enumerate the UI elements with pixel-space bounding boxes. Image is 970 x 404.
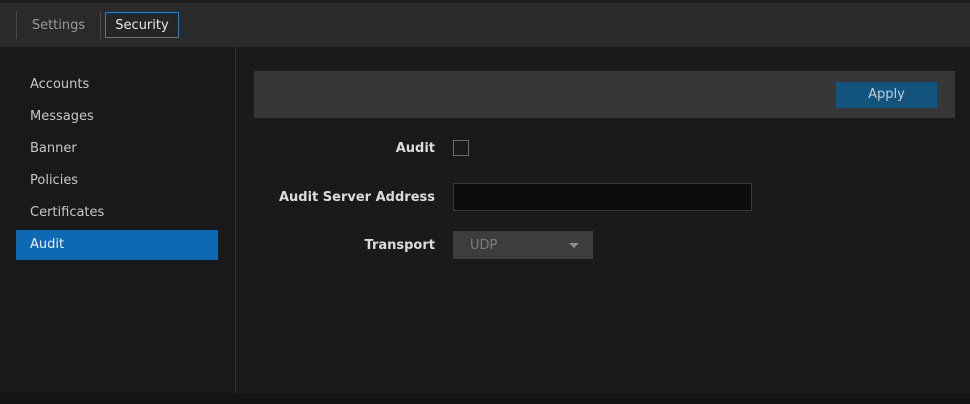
action-toolbar: Apply — [254, 71, 955, 118]
audit-checkbox[interactable] — [453, 140, 469, 156]
sidebar-item-certificates[interactable]: Certificates — [16, 198, 218, 228]
audit-server-address-input[interactable] — [453, 183, 752, 211]
top-tab-bar: Settings Security — [0, 0, 970, 47]
transport-select[interactable]: UDP — [453, 231, 593, 259]
sidebar-item-audit[interactable]: Audit — [16, 230, 218, 260]
bottom-bar — [0, 393, 970, 404]
audit-server-row: Audit Server Address — [254, 183, 955, 211]
security-sidebar: Accounts Messages Banner Policies Certif… — [0, 47, 236, 393]
audit-checkbox-label: Audit — [254, 141, 435, 156]
sidebar-item-banner[interactable]: Banner — [16, 134, 218, 164]
audit-enable-row: Audit — [254, 140, 955, 156]
chevron-down-icon — [569, 243, 579, 248]
audit-server-address-label: Audit Server Address — [254, 190, 435, 205]
sidebar-item-messages[interactable]: Messages — [16, 102, 218, 132]
main-area: Accounts Messages Banner Policies Certif… — [0, 47, 970, 393]
apply-button[interactable]: Apply — [836, 82, 937, 108]
sidebar-item-policies[interactable]: Policies — [16, 166, 218, 196]
audit-settings-panel: Apply Audit Audit Server Address Transpo… — [236, 47, 970, 393]
tab-separator — [100, 11, 101, 39]
transport-row: Transport UDP — [254, 231, 955, 259]
transport-label: Transport — [254, 238, 435, 253]
tab-security[interactable]: Security — [105, 12, 179, 38]
transport-selected-value: UDP — [470, 238, 497, 253]
tab-settings[interactable]: Settings — [17, 12, 100, 38]
sidebar-item-accounts[interactable]: Accounts — [16, 70, 218, 100]
